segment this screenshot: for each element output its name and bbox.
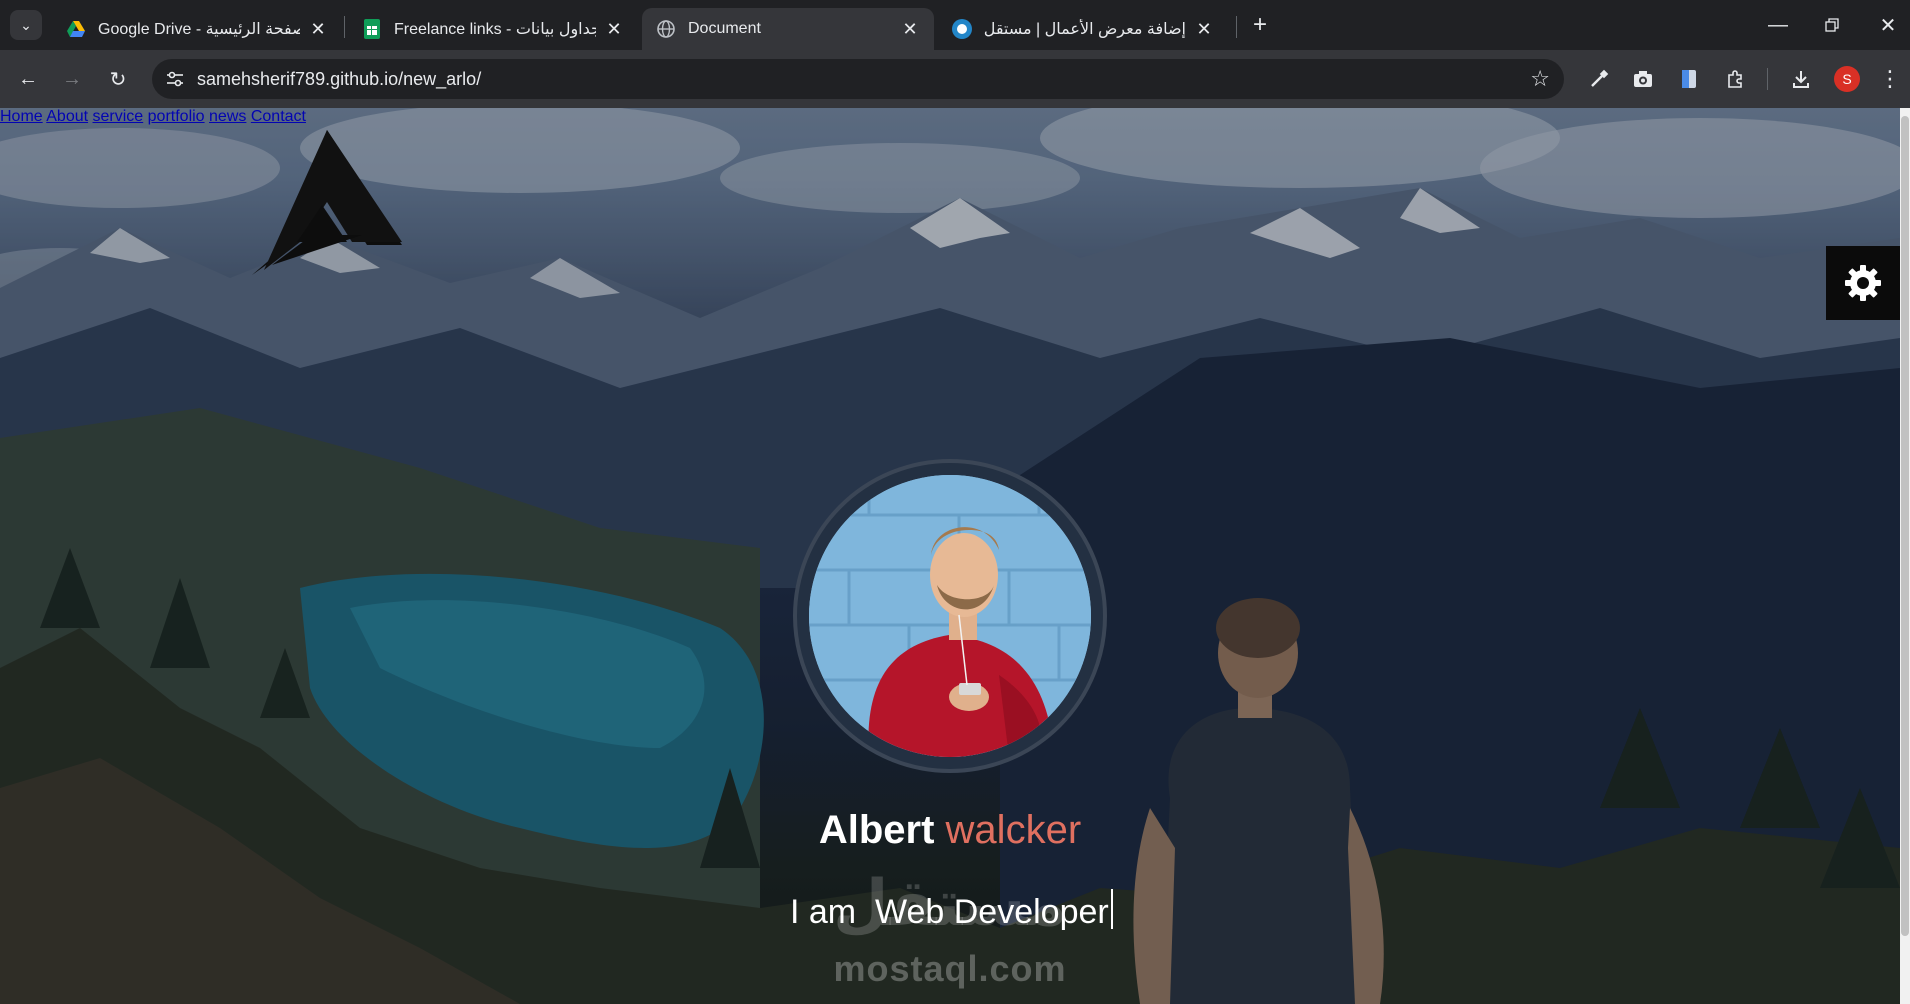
arrow-right-icon: → — [62, 67, 82, 90]
url-host: samehsherif789.github.io — [197, 69, 399, 89]
gear-icon — [1845, 265, 1881, 301]
new-tab-button[interactable]: + — [1245, 10, 1275, 40]
tab-google-drive[interactable]: Google Drive - الصفحة الرئيسية ✕ — [52, 8, 342, 50]
forward-button[interactable]: → — [56, 63, 88, 95]
minimize-icon: — — [1768, 13, 1788, 36]
tab-divider — [1236, 16, 1237, 38]
tab-mostaql[interactable]: إضافة معرض الأعمال | مستقل ✕ — [938, 8, 1228, 50]
eyedropper-extension-icon[interactable] — [1584, 64, 1614, 94]
chevron-down-icon: ⌄ — [20, 16, 32, 33]
globe-icon — [656, 19, 676, 39]
browser-menu-icon[interactable]: ⋮ — [1879, 64, 1901, 94]
back-button[interactable]: ← — [12, 63, 44, 95]
hero-last-name: walcker — [945, 808, 1082, 852]
close-icon[interactable]: ✕ — [604, 19, 624, 39]
restore-icon — [1825, 18, 1839, 32]
extensions-puzzle-icon[interactable] — [1720, 64, 1750, 94]
hero-first-name: Albert — [818, 808, 935, 852]
site-logo[interactable] — [252, 130, 402, 275]
role-text: I am Web Developer — [790, 893, 1109, 931]
close-icon: ✕ — [1879, 14, 1897, 37]
hero-section: Home About service portfolio news Contac… — [0, 108, 1900, 1004]
close-icon[interactable]: ✕ — [308, 19, 328, 39]
settings-toggle-button[interactable] — [1826, 246, 1900, 320]
tab-title: إضافة معرض الأعمال | مستقل — [984, 21, 1186, 38]
arrow-left-icon: ← — [18, 67, 38, 90]
profile-avatar[interactable]: S — [1834, 66, 1860, 92]
watermark-text: mostaql.com — [833, 948, 1067, 989]
hero-name: Albert walcker — [0, 808, 1900, 853]
close-icon[interactable]: ✕ — [1194, 19, 1214, 39]
url-path: /new_arlo/ — [398, 69, 482, 89]
typing-caret — [1110, 889, 1113, 929]
url-text: samehsherif789.github.io/new_arlo/ — [197, 69, 481, 90]
mostaql-icon — [952, 19, 972, 39]
restore-button[interactable] — [1810, 8, 1854, 42]
camera-extension-icon[interactable] — [1628, 64, 1658, 94]
browser-toolbar: ← → ↻ samehsherif789.github.io/new_arlo/… — [0, 50, 1910, 108]
page-viewport: Home About service portfolio news Contac… — [0, 108, 1910, 1004]
google-drive-icon — [66, 19, 86, 39]
tab-divider — [344, 16, 345, 38]
page-scrollbar[interactable] — [1900, 108, 1910, 1004]
tab-document[interactable]: Document ✕ — [642, 8, 934, 50]
close-icon[interactable]: ✕ — [900, 19, 920, 39]
reload-icon: ↻ — [109, 68, 127, 91]
minimize-button[interactable]: — — [1756, 8, 1800, 42]
profile-photo-frame — [793, 459, 1107, 773]
hero-role: I am Web Developer — [790, 889, 1113, 932]
tab-search-button[interactable]: ⌄ — [10, 10, 42, 40]
scrollbar-thumb[interactable] — [1901, 116, 1909, 936]
reload-button[interactable]: ↻ — [102, 63, 134, 95]
toolbar-divider — [1767, 68, 1768, 90]
google-sheets-icon — [362, 19, 382, 39]
downloads-icon[interactable] — [1786, 64, 1816, 94]
profile-photo — [809, 475, 1091, 757]
close-window-button[interactable]: ✕ — [1866, 8, 1910, 42]
tab-title: Freelance links - جداول بيانات Go — [394, 21, 596, 38]
notes-extension-icon[interactable] — [1674, 64, 1704, 94]
tab-freelance-links[interactable]: Freelance links - جداول بيانات Go ✕ — [348, 8, 638, 50]
address-bar[interactable]: samehsherif789.github.io/new_arlo/ ☆ — [152, 59, 1564, 99]
bookmark-star-icon[interactable]: ☆ — [1530, 66, 1550, 92]
site-settings-icon[interactable] — [164, 68, 186, 90]
tab-title: Document — [688, 20, 761, 37]
tab-title: Google Drive - الصفحة الرئيسية — [98, 21, 300, 38]
tab-strip: ⌄ Google Drive - الصفحة الرئيسية ✕ Freel… — [0, 0, 1910, 50]
plus-icon: + — [1252, 11, 1267, 38]
